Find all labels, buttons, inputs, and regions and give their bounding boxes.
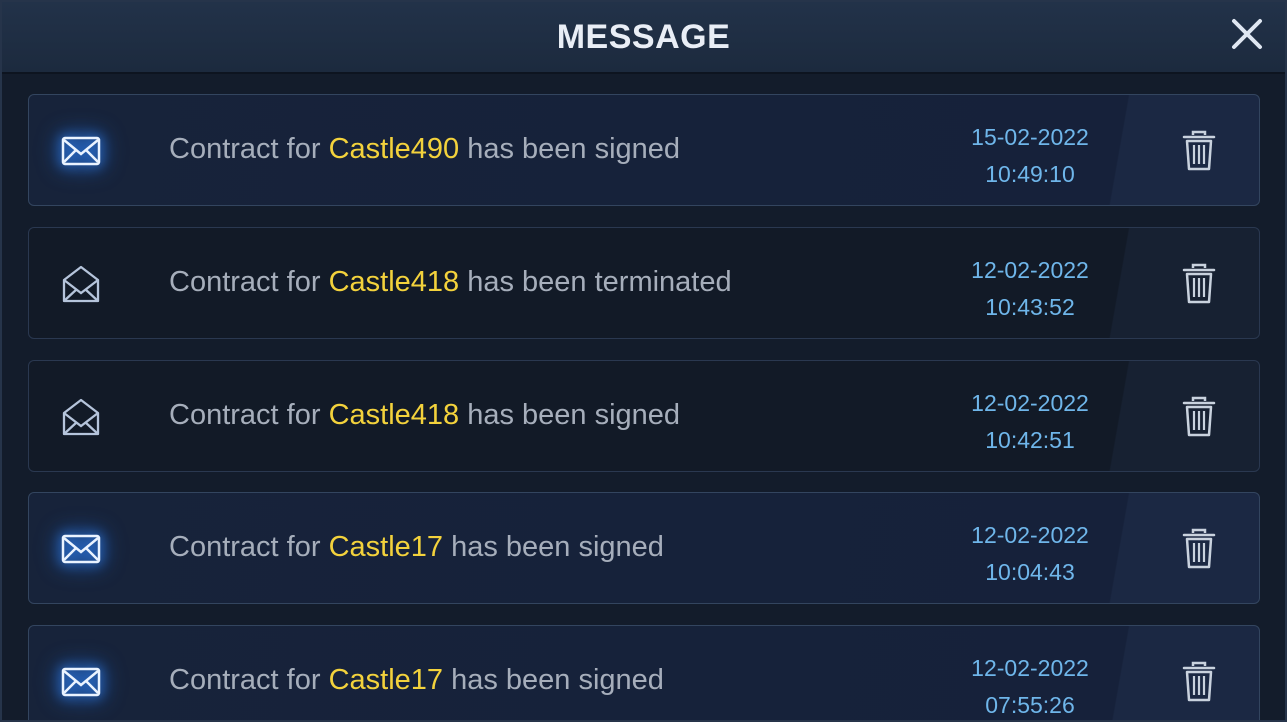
message-time: 10:42:51: [985, 427, 1075, 453]
castle-name: Castle418: [328, 266, 460, 298]
dialog-header: MESSAGE: [2, 2, 1285, 74]
message-date: 12-02-2022: [971, 390, 1089, 416]
message-text: Contract for Castle490 has been signed: [169, 133, 681, 165]
message-row[interactable]: Contract for Castle418 has been terminat…: [28, 227, 1260, 339]
envelope-open-icon: [59, 397, 103, 437]
message-timestamp: 12-02-2022 10:43:52: [949, 252, 1111, 326]
castle-name: Castle490: [328, 133, 460, 165]
message-date: 12-02-2022: [971, 655, 1089, 681]
dialog-title: MESSAGE: [556, 18, 731, 56]
message-date: 15-02-2022: [971, 124, 1089, 150]
message-timestamp: 12-02-2022 07:55:26: [949, 650, 1111, 720]
message-date: 12-02-2022: [971, 257, 1089, 283]
castle-name: Castle17: [328, 664, 444, 696]
message-time: 10:49:10: [985, 161, 1075, 187]
delete-trash-icon[interactable]: [1179, 129, 1219, 173]
message-row[interactable]: Contract for Castle17 has been signed 12…: [28, 625, 1260, 720]
message-time: 10:43:52: [985, 294, 1075, 320]
message-timestamp: 12-02-2022 10:42:51: [949, 385, 1111, 459]
delete-trash-icon[interactable]: [1179, 660, 1219, 704]
castle-name: Castle17: [328, 531, 444, 563]
delete-trash-icon[interactable]: [1179, 262, 1219, 306]
message-row[interactable]: Contract for Castle490 has been signed 1…: [28, 94, 1260, 206]
castle-name: Castle418: [328, 399, 460, 431]
message-text: Contract for Castle418 has been terminat…: [169, 266, 732, 298]
message-dialog: MESSAGE Contract for Castle490 has been …: [0, 0, 1287, 722]
delete-trash-icon[interactable]: [1179, 395, 1219, 439]
envelope-closed-icon: [59, 662, 103, 702]
message-time: 07:55:26: [985, 692, 1075, 718]
message-row[interactable]: Contract for Castle418 has been signed 1…: [28, 360, 1260, 472]
message-date: 12-02-2022: [971, 522, 1089, 548]
envelope-closed-icon: [59, 131, 103, 171]
message-time: 10:04:43: [985, 559, 1075, 585]
close-icon[interactable]: [1227, 14, 1267, 54]
message-text: Contract for Castle17 has been signed: [169, 531, 664, 563]
message-row[interactable]: Contract for Castle17 has been signed 12…: [28, 492, 1260, 604]
message-timestamp: 12-02-2022 10:04:43: [949, 517, 1111, 591]
envelope-closed-icon: [59, 529, 103, 569]
envelope-open-icon: [59, 264, 103, 304]
message-timestamp: 15-02-2022 10:49:10: [949, 119, 1111, 193]
message-text: Contract for Castle17 has been signed: [169, 664, 664, 696]
message-text: Contract for Castle418 has been signed: [169, 399, 681, 431]
delete-trash-icon[interactable]: [1179, 527, 1219, 571]
